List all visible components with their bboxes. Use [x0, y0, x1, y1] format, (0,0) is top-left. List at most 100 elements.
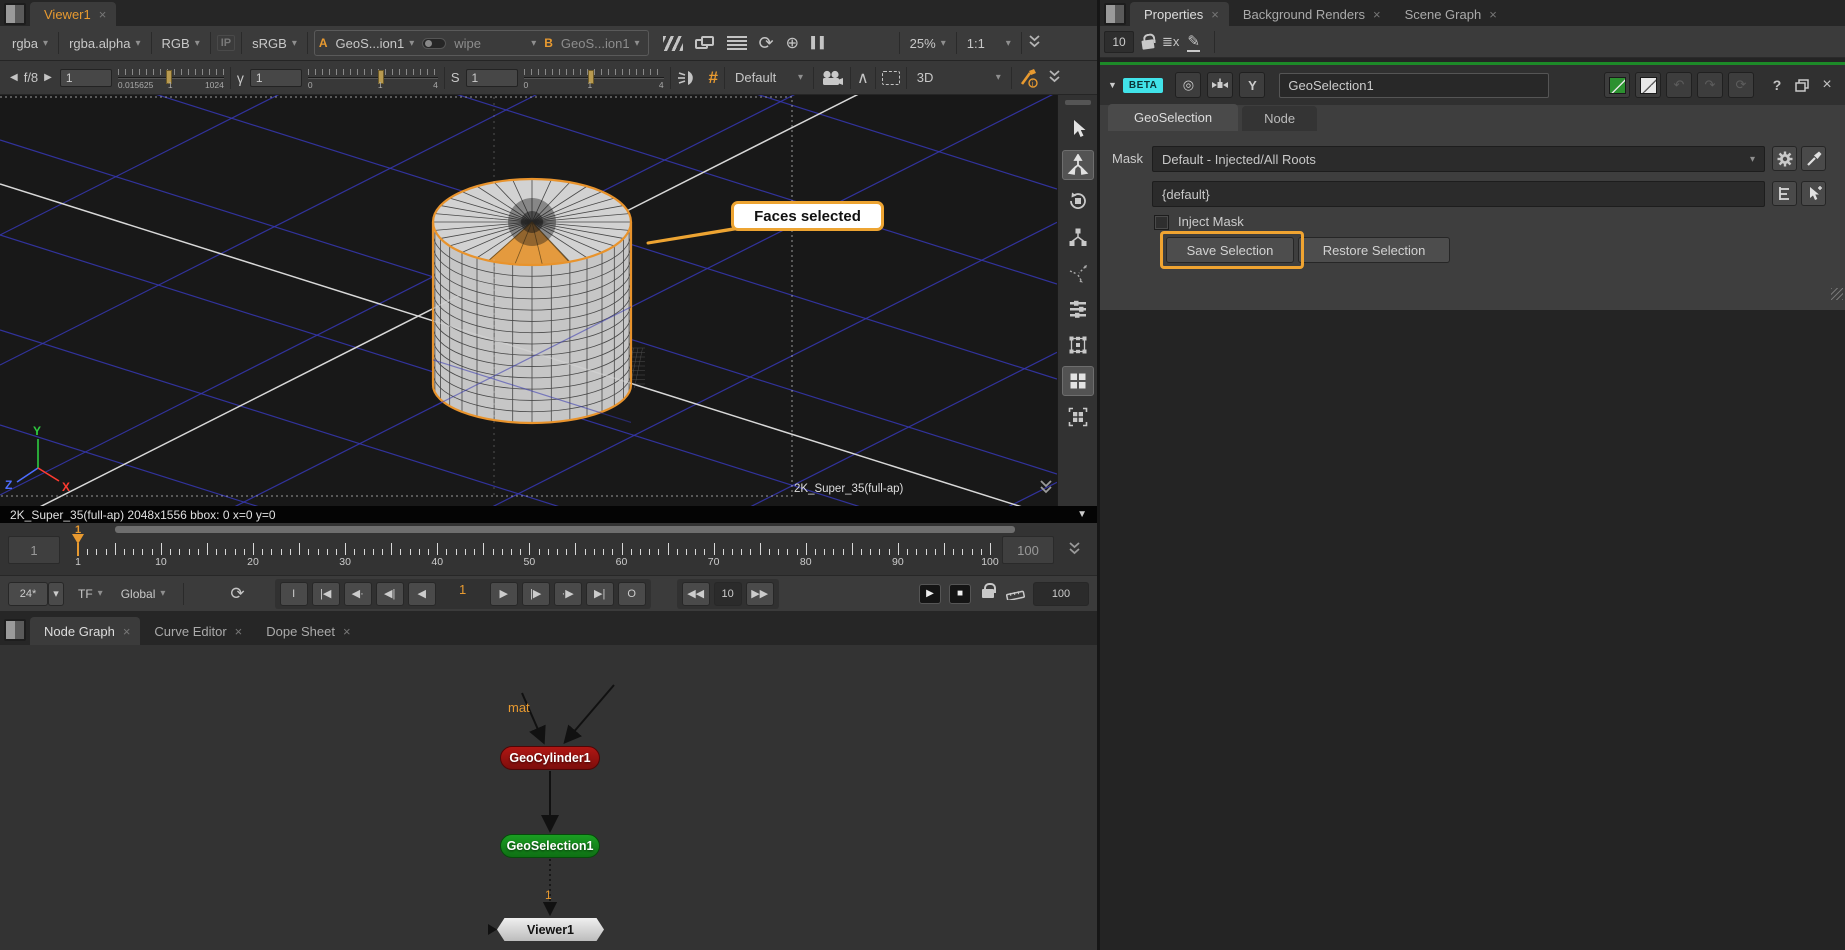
view-mode-3d-dropdown[interactable]: 3D▾ — [913, 70, 1005, 85]
panel-stack-limit-input[interactable] — [1104, 31, 1134, 53]
fstop-prev-icon[interactable]: ◀ — [10, 72, 18, 83]
eyedropper-icon[interactable] — [1801, 146, 1826, 171]
input-b-dropdown[interactable]: GeoS...ion1▾ — [557, 36, 644, 51]
collapse-chevrons-icon[interactable] — [1048, 69, 1061, 87]
proxy-dropdown[interactable]: 1:1▾ — [963, 36, 1015, 51]
bbox-handles-tool[interactable] — [1062, 330, 1094, 360]
scanline-icon[interactable] — [727, 36, 747, 50]
help-icon[interactable]: ? — [1767, 77, 1787, 93]
close-panel-icon[interactable]: × — [1817, 76, 1837, 94]
view-preset-dropdown[interactable]: Default▾ — [731, 70, 807, 85]
play-backward-button[interactable]: ◀ — [408, 582, 436, 606]
refresh-icon[interactable]: ⟳ — [759, 33, 774, 54]
node-viewer1[interactable]: Viewer1 — [497, 918, 604, 941]
rotate-tool[interactable] — [1062, 186, 1094, 216]
flipbook-stop-icon[interactable]: ■ — [949, 584, 971, 604]
translate-tool[interactable] — [1062, 150, 1094, 180]
info-dropdown-icon[interactable]: ▼ — [1077, 509, 1087, 520]
node-glyph-icon[interactable] — [1207, 72, 1233, 98]
pane-menu-icon[interactable] — [4, 619, 26, 641]
soft-transform-tool[interactable] — [1062, 258, 1094, 288]
ruler-tool-icon[interactable] — [1005, 584, 1025, 603]
saturation-slider[interactable]: 0 1 4 — [524, 67, 664, 89]
gain-slider[interactable]: 0.015625 1 1024 — [118, 67, 224, 89]
skip-count-value[interactable]: 10 — [714, 582, 742, 606]
frame-ruler[interactable]: 1102030405060708090100 — [0, 523, 1040, 575]
set-out-button[interactable]: O — [618, 582, 646, 606]
viewport-3d[interactable]: Y Z X 2K_Super_35(full-ap) Faces selecte… — [0, 95, 1097, 506]
mat-input-label[interactable]: mat — [508, 700, 530, 715]
close-icon[interactable]: × — [99, 7, 107, 22]
edit-pencil-icon[interactable]: ✎ — [1187, 32, 1200, 52]
tab-geoselection[interactable]: GeoSelection — [1108, 104, 1238, 131]
gl-color-swatch[interactable] — [1635, 72, 1661, 98]
close-all-panels-icon[interactable]: ≣x — [1162, 34, 1179, 50]
flipbook-play-icon[interactable]: ▶ — [919, 584, 941, 604]
curve-tool-icon[interactable]: ∧ — [857, 68, 869, 88]
color-sampler-icon[interactable]: i — [1018, 68, 1040, 88]
tab-scene-graph[interactable]: Scene Graph × — [1391, 2, 1507, 26]
scale-tool[interactable] — [1062, 222, 1094, 252]
fps-value[interactable]: 24* — [8, 582, 48, 606]
timeline-collapse-chevrons-icon[interactable] — [1068, 541, 1081, 561]
alpha-layer-dropdown[interactable]: rgba.alpha▾ — [65, 36, 144, 51]
edit-sliders-tool[interactable] — [1062, 294, 1094, 324]
float-panel-icon[interactable] — [1792, 79, 1812, 92]
timeline[interactable]: 1 1102030405060708090100 1 100 — [0, 523, 1097, 575]
colorspace-dropdown[interactable]: sRGB▾ — [248, 36, 301, 51]
go-to-start-button[interactable]: |◀ — [312, 582, 340, 606]
collapse-chevrons-icon[interactable] — [1028, 34, 1041, 52]
pane-menu-icon[interactable] — [4, 3, 26, 25]
fstop-label[interactable]: f/8 — [24, 70, 38, 85]
layer-dropdown[interactable]: rgba▾ — [8, 36, 52, 51]
step-forward-button[interactable]: |▶ — [522, 582, 550, 606]
gamma-input[interactable] — [250, 69, 302, 87]
mask-expression-input[interactable] — [1152, 181, 1765, 207]
tab-background-renders[interactable]: Background Renders × — [1229, 2, 1391, 26]
wipe-toggle[interactable] — [422, 38, 446, 49]
close-icon[interactable]: × — [235, 624, 243, 639]
skip-back-button[interactable]: ◀◀ — [682, 582, 710, 606]
redo-icon[interactable]: ↷ — [1697, 72, 1723, 98]
wipe-stripes-icon[interactable] — [663, 36, 683, 51]
tab-viewer1[interactable]: Viewer1 × — [30, 2, 116, 26]
center-node-icon[interactable]: ◎ — [1175, 72, 1201, 98]
tool-column-slider[interactable] — [1065, 100, 1091, 105]
select-faces-mode[interactable] — [1062, 366, 1094, 396]
save-selection-button[interactable]: Save Selection — [1166, 237, 1294, 263]
grid-snap-icon[interactable]: # — [709, 68, 718, 88]
headlamp-icon[interactable] — [677, 69, 699, 87]
inject-mask-checkbox[interactable] — [1154, 215, 1169, 230]
timeline-mode-dropdown[interactable]: TF▾ — [74, 587, 107, 601]
scene-tree-icon[interactable] — [1772, 181, 1797, 206]
node-geoselection1[interactable]: GeoSelection1 — [500, 834, 600, 858]
channels-dropdown[interactable]: RGB▾ — [158, 36, 204, 51]
node-name-input[interactable] — [1279, 73, 1549, 98]
camera-icon[interactable] — [820, 70, 844, 86]
overlay-panels-icon[interactable] — [695, 36, 715, 51]
node-color-swatch[interactable] — [1604, 72, 1630, 98]
undo-icon[interactable]: ↶ — [1666, 72, 1692, 98]
step-back-button[interactable]: ◀| — [376, 582, 404, 606]
close-icon[interactable]: × — [1373, 7, 1381, 22]
revert-icon[interactable]: ⟳ — [1728, 72, 1754, 98]
next-keyframe-button[interactable]: ·▶ — [554, 582, 582, 606]
tab-node[interactable]: Node — [1242, 106, 1317, 131]
tab-dope-sheet[interactable]: Dope Sheet × — [252, 617, 360, 645]
pick-from-viewer-icon[interactable] — [1801, 181, 1826, 206]
gamma-slider[interactable]: 0 1 4 — [308, 67, 438, 89]
lock-range-icon[interactable] — [979, 583, 997, 605]
prev-keyframe-button[interactable]: ◀· — [344, 582, 372, 606]
zoom-level-dropdown[interactable]: 25%▾ — [906, 36, 950, 51]
node-geocylinder1[interactable]: GeoCylinder1 — [500, 746, 600, 770]
wipe-mode-dropdown[interactable]: wipe▾ — [450, 36, 540, 51]
input-process-button[interactable]: IP — [217, 35, 235, 51]
play-button[interactable]: ▶ — [490, 582, 518, 606]
collapse-triangle-icon[interactable]: ▼ — [1108, 80, 1117, 90]
pause-icon[interactable]: ▌▌ — [811, 37, 829, 49]
roi-crosshair-icon[interactable]: ⊕ — [786, 33, 799, 53]
viewport-3d-canvas[interactable]: Y Z X 2K_Super_35(full-ap) — [0, 95, 1057, 506]
unlock-icon[interactable] — [1142, 34, 1154, 49]
tab-node-graph[interactable]: Node Graph × — [30, 617, 140, 645]
select-cursor-tool[interactable] — [1062, 114, 1094, 144]
